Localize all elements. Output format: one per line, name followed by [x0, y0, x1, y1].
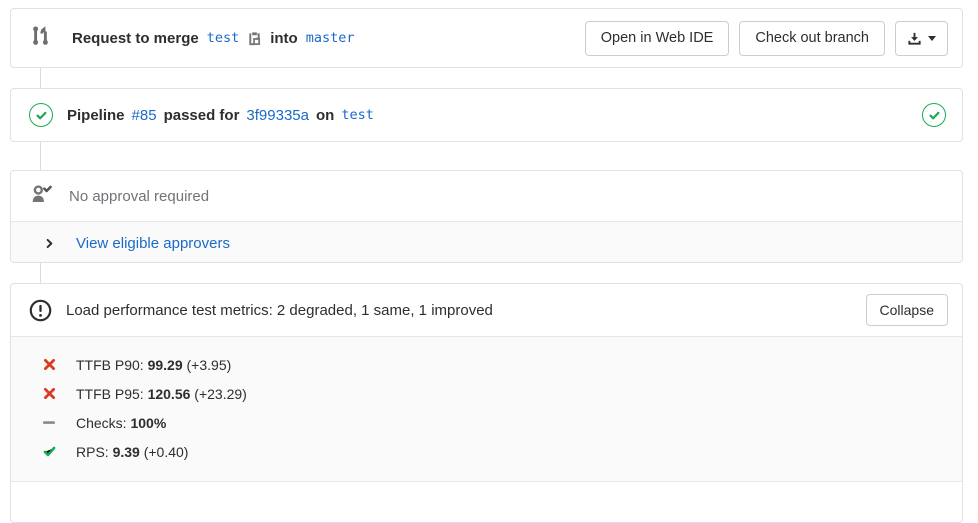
- chevron-down-icon: [928, 36, 936, 41]
- metric-label: TTFB P90:: [76, 357, 144, 373]
- metric-row-ttfb-p95: TTFB P95: 120.56 (+23.29): [11, 379, 962, 408]
- passed-for-label: passed for: [164, 107, 240, 124]
- degraded-icon: [43, 387, 56, 400]
- section-connector: [40, 263, 41, 283]
- degraded-icon: [43, 358, 56, 371]
- metric-value: 9.39: [113, 444, 140, 460]
- load-performance-card: Load performance test metrics: 2 degrade…: [10, 283, 963, 523]
- metric-row-rps: RPS: 9.39 (+0.40): [11, 437, 962, 466]
- pipeline-branch-link[interactable]: test: [341, 107, 374, 123]
- pipeline-passed-icon[interactable]: [29, 103, 53, 127]
- merge-request-header-card: Request to merge test into master Open i…: [10, 8, 963, 68]
- pipeline-status-card: Pipeline #85 passed for 3f99335a on test: [10, 88, 963, 142]
- approval-status-text: No approval required: [69, 188, 209, 205]
- section-connector: [40, 142, 41, 170]
- metric-value: 120.56: [148, 386, 191, 402]
- metric-label: TTFB P95:: [76, 386, 144, 402]
- approvals-card: No approval required View eligible appro…: [10, 170, 963, 263]
- load-performance-header: Load performance test metrics: 2 degrade…: [11, 284, 962, 336]
- source-branch-link[interactable]: test: [207, 30, 240, 46]
- pipeline-label: Pipeline: [67, 107, 125, 124]
- metric-delta: (+0.40): [144, 444, 189, 460]
- pipeline-status-text: Pipeline #85 passed for 3f99335a on test: [67, 107, 374, 124]
- approval-user-check-icon: [29, 182, 53, 211]
- metric-delta: (+23.29): [194, 386, 247, 402]
- metric-delta: (+3.95): [187, 357, 232, 373]
- download-dropdown-button[interactable]: [895, 21, 948, 56]
- load-performance-metrics-list: TTFB P90: 99.29 (+3.95) TTFB P95: 120.56…: [11, 336, 962, 482]
- metric-label: RPS:: [76, 444, 109, 460]
- open-in-web-ide-button[interactable]: Open in Web IDE: [585, 21, 730, 56]
- copy-branch-name-icon[interactable]: [247, 31, 262, 46]
- merge-header-actions: Open in Web IDE Check out branch: [585, 21, 948, 56]
- check-out-branch-button[interactable]: Check out branch: [739, 21, 885, 56]
- metric-row-ttfb-p90: TTFB P90: 99.29 (+3.95): [11, 350, 962, 379]
- collapse-button[interactable]: Collapse: [866, 294, 948, 326]
- chevron-right-icon[interactable]: [43, 237, 56, 250]
- alert-circle-icon: [29, 299, 52, 322]
- metric-value: 99.29: [148, 357, 183, 373]
- into-label: into: [270, 30, 298, 47]
- metric-row-checks: Checks: 100%: [11, 408, 962, 437]
- request-to-merge-label: Request to merge: [72, 30, 199, 47]
- metric-label: Checks:: [76, 415, 127, 431]
- improved-icon: [43, 445, 56, 458]
- metric-value: 100%: [130, 415, 166, 431]
- commit-sha-link[interactable]: 3f99335a: [246, 107, 309, 124]
- eligible-approvers-row[interactable]: View eligible approvers: [11, 221, 962, 263]
- section-connector: [40, 68, 41, 88]
- pipeline-number-link[interactable]: #85: [132, 107, 157, 124]
- download-icon: [907, 31, 922, 46]
- approval-status-row: No approval required: [11, 171, 962, 221]
- merge-request-title: Request to merge test into master: [72, 30, 355, 47]
- load-performance-summary: Load performance test metrics: 2 degrade…: [66, 302, 493, 319]
- same-icon: [42, 416, 56, 429]
- on-label: on: [316, 107, 334, 124]
- pipeline-mini-graph-icon[interactable]: [922, 103, 946, 127]
- merge-request-icon: [29, 24, 52, 52]
- target-branch-link[interactable]: master: [306, 30, 355, 46]
- view-eligible-approvers-link[interactable]: View eligible approvers: [76, 235, 230, 252]
